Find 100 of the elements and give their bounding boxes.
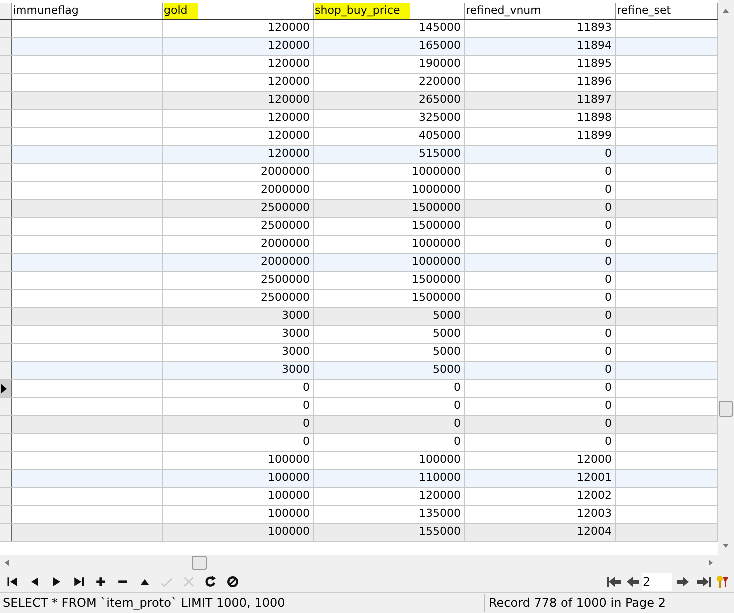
table-row[interactable]: 2500000 1500000 0 bbox=[0, 218, 718, 236]
table-cell-text: 0 bbox=[605, 326, 612, 342]
table-cell-text: 2500000 bbox=[261, 218, 310, 234]
table-cell-text: 11894 bbox=[577, 38, 612, 54]
table-cell-text: 220000 bbox=[419, 74, 461, 90]
table-cell-text: 120000 bbox=[268, 20, 310, 36]
table-cell-text: 2500000 bbox=[261, 290, 310, 306]
table-row[interactable]: 120000 265000 11897 bbox=[0, 92, 718, 110]
table-row[interactable]: 120000 515000 0 bbox=[0, 146, 718, 164]
table-cell-text: 0 bbox=[605, 200, 612, 216]
table-cell-text: 1500000 bbox=[412, 272, 461, 288]
table-cell-text: 5000 bbox=[433, 362, 461, 378]
table-row[interactable]: 100000 120000 12002 bbox=[0, 488, 718, 506]
scroll-left-icon[interactable] bbox=[4, 559, 10, 567]
table-row[interactable]: 2500000 1500000 0 bbox=[0, 290, 718, 308]
table-cell-text: 0 bbox=[605, 182, 612, 198]
column-header[interactable]: refined_vnum bbox=[465, 3, 616, 19]
scroll-right-icon[interactable] bbox=[708, 559, 714, 567]
table-row[interactable]: 3000 5000 0 bbox=[0, 308, 718, 326]
table-row[interactable]: 0 0 0 bbox=[0, 398, 718, 416]
table-cell-text: 0 bbox=[605, 290, 612, 306]
scrollbar-thumb[interactable] bbox=[192, 556, 207, 570]
table-cell-text: 0 bbox=[303, 416, 310, 432]
table-row[interactable]: 100000 155000 12004 bbox=[0, 524, 718, 542]
table-row[interactable]: 3000 5000 0 bbox=[0, 326, 718, 344]
table-cell-text: 0 bbox=[605, 236, 612, 252]
table-row[interactable]: 2500000 1500000 0 bbox=[0, 272, 718, 290]
current-row-pointer-icon bbox=[0, 382, 8, 394]
table-cell-text: 1500000 bbox=[412, 218, 461, 234]
table-cell-text: 0 bbox=[303, 380, 310, 396]
table-cell-text: 0 bbox=[605, 380, 612, 396]
table-cell-text: 120000 bbox=[268, 56, 310, 72]
table-cell-text: 0 bbox=[605, 434, 612, 450]
table-cell-text: 100000 bbox=[419, 452, 461, 468]
table-row[interactable]: 3000 5000 0 bbox=[0, 362, 718, 380]
table-cell-text: 100000 bbox=[268, 524, 310, 540]
table-cell-text: 145000 bbox=[419, 20, 461, 36]
vertical-scrollbar[interactable] bbox=[718, 0, 734, 555]
table-cell-text: 3000 bbox=[282, 344, 310, 360]
table-cell-text: 3000 bbox=[282, 362, 310, 378]
table-cell-text: 120000 bbox=[268, 38, 310, 54]
table-cell-text: 100000 bbox=[268, 470, 310, 486]
table-cell-text: 405000 bbox=[419, 128, 461, 144]
table-cell-text: 5000 bbox=[433, 308, 461, 324]
table-row[interactable]: 2000000 1000000 0 bbox=[0, 254, 718, 272]
table-cell-text: 0 bbox=[605, 344, 612, 360]
page-number-field[interactable]: 2 bbox=[642, 572, 672, 590]
table-row[interactable]: 120000 145000 11893 bbox=[0, 20, 718, 38]
table-cell-text: 0 bbox=[605, 272, 612, 288]
table-cell-text: 0 bbox=[454, 380, 461, 396]
table-cell-text: 165000 bbox=[419, 38, 461, 54]
table-row[interactable]: 2000000 1000000 0 bbox=[0, 236, 718, 254]
table-cell-text: 265000 bbox=[419, 92, 461, 108]
table-row[interactable]: 2500000 1500000 0 bbox=[0, 200, 718, 218]
column-header[interactable]: gold bbox=[163, 3, 314, 19]
table-cell-text: 0 bbox=[605, 146, 612, 162]
column-header[interactable]: immuneflag bbox=[12, 3, 163, 19]
table-row[interactable]: 120000 405000 11899 bbox=[0, 128, 718, 146]
table-row[interactable]: 0 0 0 bbox=[0, 416, 718, 434]
table-cell-text: 11896 bbox=[577, 74, 612, 90]
table-cell-text: 135000 bbox=[419, 506, 461, 522]
table-cell-text: 3000 bbox=[282, 326, 310, 342]
table-row[interactable]: 3000 5000 0 bbox=[0, 344, 718, 362]
table-cell-text: 100000 bbox=[268, 506, 310, 522]
table-cell-text: 120000 bbox=[268, 92, 310, 108]
table-row[interactable]: 120000 325000 11898 bbox=[0, 110, 718, 128]
table-cell-text: 120000 bbox=[268, 146, 310, 162]
scrollbar-thumb[interactable] bbox=[719, 401, 733, 417]
table-cell-text: 2000000 bbox=[261, 236, 310, 252]
table-cell-text: 120000 bbox=[268, 128, 310, 144]
table-row[interactable]: 2000000 1000000 0 bbox=[0, 164, 718, 182]
row-selector[interactable] bbox=[0, 380, 12, 397]
table-row[interactable]: 120000 190000 11895 bbox=[0, 56, 718, 74]
table-cell-text: 0 bbox=[605, 218, 612, 234]
table-cell-text: 100000 bbox=[268, 452, 310, 468]
table-row[interactable]: 0 0 0 bbox=[0, 380, 718, 398]
table-cell-text: 12001 bbox=[577, 470, 612, 486]
table-row[interactable]: 100000 110000 12001 bbox=[0, 470, 718, 488]
table-row[interactable]: 2000000 1000000 0 bbox=[0, 182, 718, 200]
table-row[interactable]: 100000 135000 12003 bbox=[0, 506, 718, 524]
table-cell-text: 5000 bbox=[433, 344, 461, 360]
table-row[interactable]: 120000 220000 11896 bbox=[0, 74, 718, 92]
table-cell-text: 120000 bbox=[419, 488, 461, 504]
table-cell-text: 1000000 bbox=[412, 164, 461, 180]
table-cell-text: 12003 bbox=[577, 506, 612, 522]
table-row[interactable]: 0 0 0 bbox=[0, 434, 718, 452]
table-cell-text: 2500000 bbox=[261, 272, 310, 288]
table-cell-text: 1500000 bbox=[412, 290, 461, 306]
table-cell-text: 0 bbox=[605, 362, 612, 378]
table-cell-text: 0 bbox=[303, 434, 310, 450]
table-row[interactable]: 120000 165000 11894 bbox=[0, 38, 718, 56]
table-cell-text: 100000 bbox=[268, 488, 310, 504]
table-cell-text: 2000000 bbox=[261, 254, 310, 270]
table-row[interactable]: 100000 100000 12000 bbox=[0, 452, 718, 470]
table-cell-text: 0 bbox=[605, 398, 612, 414]
table-cell-text: 0 bbox=[454, 434, 461, 450]
table-cell-text: 325000 bbox=[419, 110, 461, 126]
table-cell-text: 1000000 bbox=[412, 182, 461, 198]
table-cell-text: 0 bbox=[454, 416, 461, 432]
table-cell-text: 120000 bbox=[268, 110, 310, 126]
